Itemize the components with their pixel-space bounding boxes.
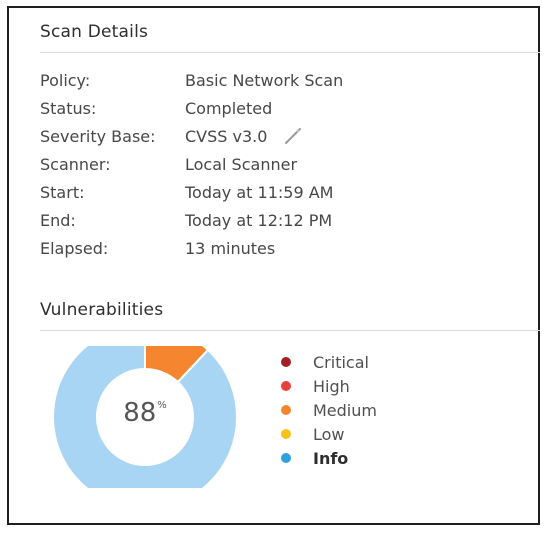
detail-label: Policy: [40,70,91,90]
detail-value: Local Scanner [185,154,298,174]
donut-center-label: 88% [51,398,239,428]
vulnerabilities-legend: Critical High Medium Low Info [281,350,481,470]
donut-center-value: 88 [123,398,157,428]
legend-label: Critical [313,352,369,372]
scan-summary-panel: Scan Details Policy: Basic Network Scan … [7,6,540,525]
detail-value: Today at 12:12 PM [185,210,333,230]
scan-details-list: Policy: Basic Network Scan Status: Compl… [40,66,520,262]
detail-label: Scanner: [40,154,111,174]
detail-label: End: [40,210,76,230]
detail-row-end: End: Today at 12:12 PM [40,206,520,234]
low-dot-icon [281,429,291,439]
high-dot-icon [281,381,291,391]
legend-item-high[interactable]: High [281,374,481,398]
detail-value: CVSS v3.0 [185,126,268,146]
legend-item-critical[interactable]: Critical [281,350,481,374]
legend-label: High [313,376,350,396]
detail-value: 13 minutes [185,238,276,258]
legend-label: Info [313,448,349,468]
scan-details-divider [40,52,540,53]
detail-label: Start: [40,182,85,202]
legend-label: Low [313,424,345,444]
detail-label: Status: [40,98,97,118]
detail-row-policy: Policy: Basic Network Scan [40,66,520,94]
legend-label: Medium [313,400,377,420]
scan-details-title: Scan Details [40,22,149,42]
pencil-icon[interactable] [283,126,303,146]
info-dot-icon [281,453,291,463]
detail-row-severity-base: Severity Base: CVSS v3.0 [40,122,520,150]
detail-value: Basic Network Scan [185,70,344,90]
vulnerabilities-divider [40,330,540,331]
vulnerabilities-donut-chart[interactable]: 88% [51,323,239,510]
detail-row-scanner: Scanner: Local Scanner [40,150,520,178]
detail-row-start: Start: Today at 11:59 AM [40,178,520,206]
detail-label: Severity Base: [40,126,156,146]
detail-value: Today at 11:59 AM [185,182,334,202]
legend-item-medium[interactable]: Medium [281,398,481,422]
critical-dot-icon [281,357,291,367]
legend-item-info[interactable]: Info [281,446,481,470]
medium-dot-icon [281,405,291,415]
legend-item-low[interactable]: Low [281,422,481,446]
vulnerabilities-title: Vulnerabilities [40,300,164,320]
detail-row-status: Status: Completed [40,94,520,122]
donut-center-unit: % [157,400,167,411]
detail-row-elapsed: Elapsed: 13 minutes [40,234,520,262]
detail-value-wrap: CVSS v3.0 [185,126,303,146]
detail-label: Elapsed: [40,238,109,258]
detail-value: Completed [185,98,273,118]
